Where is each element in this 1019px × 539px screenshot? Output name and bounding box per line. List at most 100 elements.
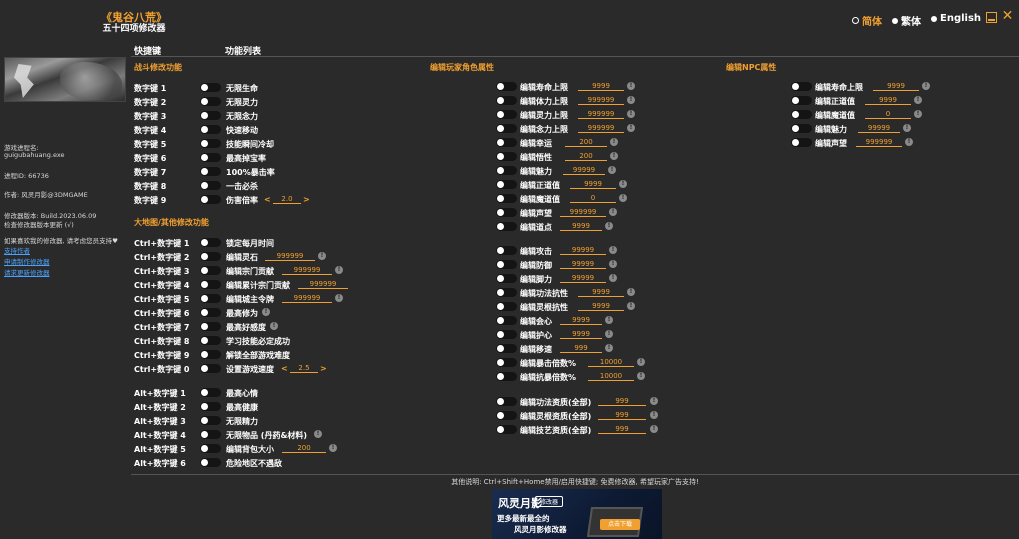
toggle-switch[interactable] xyxy=(200,83,221,92)
info-icon[interactable]: ! xyxy=(903,124,911,132)
value-field[interactable]: 999999 xyxy=(560,208,606,217)
toggle-switch[interactable] xyxy=(496,316,517,325)
lang-english-radio[interactable]: English xyxy=(931,13,981,24)
value-field[interactable]: 999999 xyxy=(856,138,902,147)
toggle-switch[interactable] xyxy=(791,124,812,133)
request-update-link[interactable]: 请求更新修改器 xyxy=(4,267,50,277)
value-field[interactable]: 2.0 xyxy=(273,195,301,204)
info-icon[interactable]: ! xyxy=(637,358,645,366)
value-field[interactable]: 0 xyxy=(865,110,911,119)
value-field[interactable]: 999999 xyxy=(578,96,624,105)
info-icon[interactable]: ! xyxy=(270,322,278,330)
toggle-switch[interactable] xyxy=(200,280,221,289)
toggle-switch[interactable] xyxy=(496,288,517,297)
lang-simplified-radio[interactable]: 简体 xyxy=(852,13,882,28)
toggle-switch[interactable] xyxy=(200,416,221,425)
toggle-switch[interactable] xyxy=(496,302,517,311)
toggle-switch[interactable] xyxy=(791,82,812,91)
info-icon[interactable]: ! xyxy=(610,152,618,160)
toggle-switch[interactable] xyxy=(791,110,812,119)
decrease-arrow[interactable]: < xyxy=(264,195,271,204)
info-icon[interactable]: ! xyxy=(650,411,658,419)
value-field[interactable]: 9999 xyxy=(578,82,624,91)
increase-arrow[interactable]: > xyxy=(303,195,310,204)
value-field[interactable]: 999999 xyxy=(578,124,624,133)
toggle-switch[interactable] xyxy=(200,336,221,345)
value-field[interactable]: 999999 xyxy=(578,110,624,119)
toggle-switch[interactable] xyxy=(496,152,517,161)
toggle-switch[interactable] xyxy=(200,181,221,190)
toggle-switch[interactable] xyxy=(496,194,517,203)
toggle-switch[interactable] xyxy=(496,180,517,189)
info-icon[interactable]: ! xyxy=(627,96,635,104)
info-icon[interactable]: ! xyxy=(627,302,635,310)
value-field[interactable]: 999 xyxy=(598,397,646,406)
check-update-link[interactable]: 检查修改器版本更新 (√) xyxy=(4,219,74,229)
toggle-switch[interactable] xyxy=(496,344,517,353)
toggle-switch[interactable] xyxy=(200,402,221,411)
minimize-icon[interactable] xyxy=(986,12,997,23)
info-icon[interactable]: ! xyxy=(627,288,635,296)
value-field[interactable]: 9999 xyxy=(560,330,602,339)
value-field[interactable]: 99999 xyxy=(560,260,606,269)
info-icon[interactable]: ! xyxy=(318,252,326,260)
toggle-switch[interactable] xyxy=(791,96,812,105)
value-field[interactable]: 999 xyxy=(560,344,602,353)
lang-traditional-radio[interactable]: 繁体 xyxy=(892,13,921,28)
toggle-switch[interactable] xyxy=(200,388,221,397)
info-icon[interactable]: ! xyxy=(609,246,617,254)
increase-arrow[interactable]: > xyxy=(320,364,327,373)
info-icon[interactable]: ! xyxy=(605,330,613,338)
toggle-switch[interactable] xyxy=(496,222,517,231)
value-field[interactable]: 999999 xyxy=(298,280,348,289)
value-field[interactable]: 9999 xyxy=(873,82,919,91)
value-field[interactable]: 99999 xyxy=(563,166,605,175)
toggle-switch[interactable] xyxy=(200,252,221,261)
toggle-switch[interactable] xyxy=(496,110,517,119)
info-icon[interactable]: ! xyxy=(314,430,322,438)
value-field[interactable]: 10000 xyxy=(588,358,634,367)
toggle-switch[interactable] xyxy=(496,82,517,91)
value-field[interactable]: 9999 xyxy=(570,180,616,189)
value-field[interactable]: 999999 xyxy=(265,252,315,261)
toggle-switch[interactable] xyxy=(200,195,221,204)
close-icon[interactable]: ✕ xyxy=(1001,9,1014,23)
info-icon[interactable]: ! xyxy=(335,294,343,302)
info-icon[interactable]: ! xyxy=(262,308,270,316)
info-icon[interactable]: ! xyxy=(619,194,627,202)
info-icon[interactable]: ! xyxy=(609,208,617,216)
decrease-arrow[interactable]: < xyxy=(281,364,288,373)
toggle-switch[interactable] xyxy=(200,97,221,106)
info-icon[interactable]: ! xyxy=(627,124,635,132)
info-icon[interactable]: ! xyxy=(914,110,922,118)
info-icon[interactable]: ! xyxy=(922,82,930,90)
value-field[interactable]: 99999 xyxy=(858,124,900,133)
toggle-switch[interactable] xyxy=(496,358,517,367)
info-icon[interactable]: ! xyxy=(335,266,343,274)
toggle-switch[interactable] xyxy=(200,308,221,317)
value-field[interactable]: 2.5 xyxy=(290,364,318,373)
value-field[interactable]: 9999 xyxy=(560,222,602,231)
toggle-switch[interactable] xyxy=(200,153,221,162)
value-field[interactable]: 10000 xyxy=(588,372,634,381)
value-field[interactable]: 999999 xyxy=(282,294,332,303)
toggle-switch[interactable] xyxy=(496,96,517,105)
toggle-switch[interactable] xyxy=(496,425,517,434)
info-icon[interactable]: ! xyxy=(608,166,616,174)
toggle-switch[interactable] xyxy=(200,238,221,247)
value-field[interactable]: 200 xyxy=(565,152,607,161)
toggle-switch[interactable] xyxy=(200,322,221,331)
value-field[interactable]: 9999 xyxy=(560,316,602,325)
value-field[interactable]: 9999 xyxy=(865,96,911,105)
toggle-switch[interactable] xyxy=(496,166,517,175)
info-icon[interactable]: ! xyxy=(914,96,922,104)
info-icon[interactable]: ! xyxy=(609,274,617,282)
toggle-switch[interactable] xyxy=(200,167,221,176)
toggle-switch[interactable] xyxy=(200,125,221,134)
toggle-switch[interactable] xyxy=(496,138,517,147)
info-icon[interactable]: ! xyxy=(329,444,337,452)
info-icon[interactable]: ! xyxy=(619,180,627,188)
toggle-switch[interactable] xyxy=(200,139,221,148)
info-icon[interactable]: ! xyxy=(609,260,617,268)
value-field[interactable]: 999999 xyxy=(282,266,332,275)
